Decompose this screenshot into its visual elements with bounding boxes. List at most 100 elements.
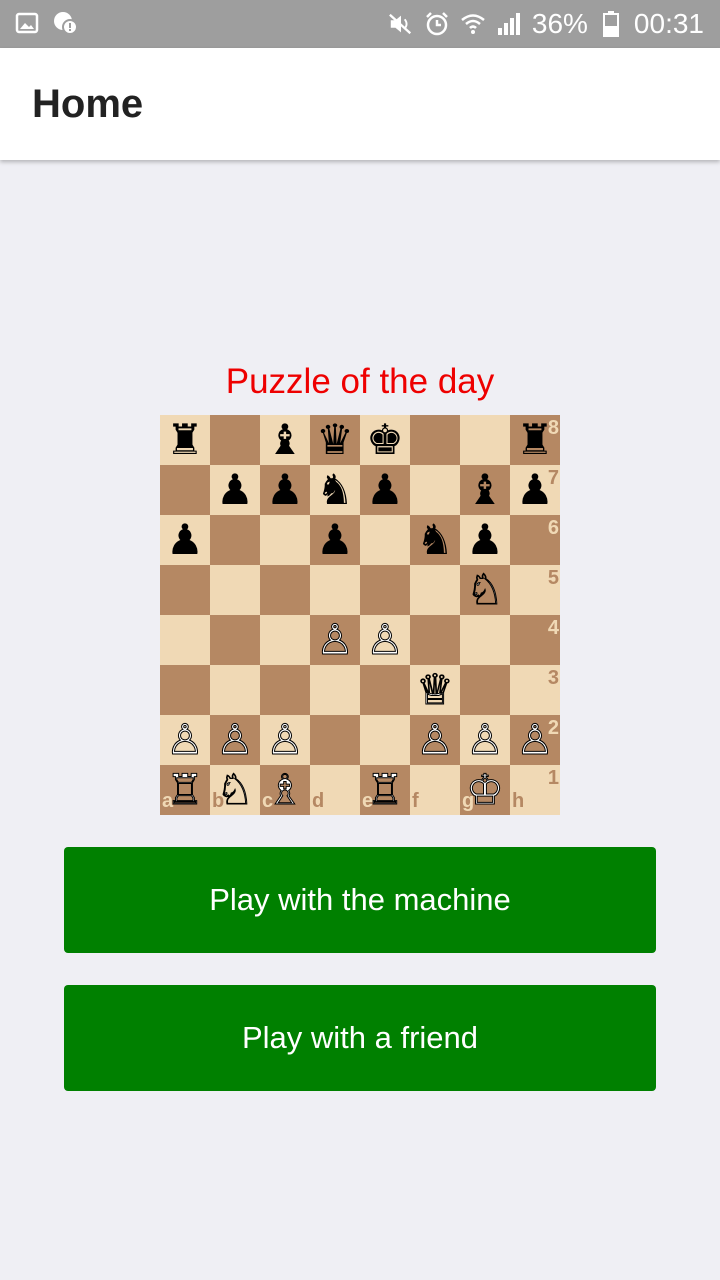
square-f4[interactable] [410, 615, 460, 665]
square-g3[interactable] [460, 665, 510, 715]
square-d7[interactable]: ♞ [310, 465, 360, 515]
white-pawn-icon[interactable]: ♙ [160, 715, 210, 765]
square-a1[interactable]: ♖ a [160, 765, 210, 815]
file-label: e [362, 790, 374, 812]
file-label: a [162, 790, 174, 812]
square-e7[interactable]: ♟ [360, 465, 410, 515]
black-pawn-icon[interactable]: ♟ [310, 515, 360, 565]
square-b6[interactable] [210, 515, 260, 565]
square-c8[interactable]: ♝ [260, 415, 310, 465]
white-knight-icon[interactable]: ♘ [460, 565, 510, 615]
square-a7[interactable] [160, 465, 210, 515]
black-pawn-icon[interactable]: ♟ [460, 515, 510, 565]
square-h7[interactable]: ♟ 7 [510, 465, 560, 515]
square-c3[interactable] [260, 665, 310, 715]
square-d5[interactable] [310, 565, 360, 615]
square-c5[interactable] [260, 565, 310, 615]
square-g5[interactable]: ♘ [460, 565, 510, 615]
white-pawn-icon[interactable]: ♙ [360, 615, 410, 665]
square-d4[interactable]: ♙ [310, 615, 360, 665]
signal-icon [496, 11, 522, 37]
black-knight-icon[interactable]: ♞ [410, 515, 460, 565]
square-a6[interactable]: ♟ [160, 515, 210, 565]
status-right-icons: 36% 00:31 [388, 0, 704, 48]
square-f2[interactable]: ♙ [410, 715, 460, 765]
square-c2[interactable]: ♙ [260, 715, 310, 765]
square-e3[interactable] [360, 665, 410, 715]
square-h3[interactable]: 3 [510, 665, 560, 715]
file-label: d [312, 790, 325, 812]
square-h1[interactable]: 1h [510, 765, 560, 815]
square-e2[interactable] [360, 715, 410, 765]
square-h2[interactable]: ♙ 2 [510, 715, 560, 765]
square-b7[interactable]: ♟ [210, 465, 260, 515]
square-h6[interactable]: 6 [510, 515, 560, 565]
square-f5[interactable] [410, 565, 460, 615]
white-pawn-icon[interactable]: ♙ [310, 615, 360, 665]
white-pawn-icon[interactable]: ♙ [410, 715, 460, 765]
square-e6[interactable] [360, 515, 410, 565]
rank-label: 2 [547, 717, 559, 739]
square-g6[interactable]: ♟ [460, 515, 510, 565]
chess-board[interactable]: ♜ ♝ ♛ ♚ ♜ 8 ♟ ♟ ♞ ♟ ♝ ♟ 7 ♟ ♟ ♞ ♟ 6 ♘ 5 ♙ ♙ 4 ♕ 3 ♙ ♙ ♙ ♙ ♙ ♙ 2 ♖ a ♘ b ♗ c d ♖… [160, 415, 560, 815]
mute-icon [388, 11, 414, 37]
page-title: Home [32, 82, 144, 126]
square-h4[interactable]: 4 [510, 615, 560, 665]
file-label: b [212, 790, 225, 812]
black-pawn-icon[interactable]: ♟ [210, 465, 260, 515]
play-with-friend-button[interactable]: Play with a friend [64, 985, 656, 1091]
square-g8[interactable] [460, 415, 510, 465]
play-with-machine-button[interactable]: Play with the machine [64, 847, 656, 953]
black-pawn-icon[interactable]: ♟ [260, 465, 310, 515]
square-e1[interactable]: ♖ e [360, 765, 410, 815]
white-pawn-icon[interactable]: ♙ [460, 715, 510, 765]
square-a5[interactable] [160, 565, 210, 615]
square-d6[interactable]: ♟ [310, 515, 360, 565]
square-a3[interactable] [160, 665, 210, 715]
square-b1[interactable]: ♘ b [210, 765, 260, 815]
square-g2[interactable]: ♙ [460, 715, 510, 765]
square-f1[interactable]: f [410, 765, 460, 815]
square-c7[interactable]: ♟ [260, 465, 310, 515]
square-f6[interactable]: ♞ [410, 515, 460, 565]
square-b2[interactable]: ♙ [210, 715, 260, 765]
square-b3[interactable] [210, 665, 260, 715]
square-g7[interactable]: ♝ [460, 465, 510, 515]
white-queen-icon[interactable]: ♕ [410, 665, 460, 715]
square-d8[interactable]: ♛ [310, 415, 360, 465]
black-king-icon[interactable]: ♚ [360, 415, 410, 465]
square-f8[interactable] [410, 415, 460, 465]
square-f7[interactable] [410, 465, 460, 515]
square-g1[interactable]: ♔ g [460, 765, 510, 815]
black-bishop-icon[interactable]: ♝ [260, 415, 310, 465]
square-e5[interactable] [360, 565, 410, 615]
rank-label: 5 [547, 567, 559, 589]
square-b5[interactable] [210, 565, 260, 615]
square-b8[interactable] [210, 415, 260, 465]
square-h8[interactable]: ♜ 8 [510, 415, 560, 465]
wifi-icon [460, 11, 486, 37]
square-c1[interactable]: ♗ c [260, 765, 310, 815]
square-d2[interactable] [310, 715, 360, 765]
square-d3[interactable] [310, 665, 360, 715]
square-a4[interactable] [160, 615, 210, 665]
square-f3[interactable]: ♕ [410, 665, 460, 715]
black-rook-icon[interactable]: ♜ [160, 415, 210, 465]
square-b4[interactable] [210, 615, 260, 665]
square-e8[interactable]: ♚ [360, 415, 410, 465]
black-pawn-icon[interactable]: ♟ [160, 515, 210, 565]
black-bishop-icon[interactable]: ♝ [460, 465, 510, 515]
black-pawn-icon[interactable]: ♟ [360, 465, 410, 515]
square-e4[interactable]: ♙ [360, 615, 410, 665]
black-queen-icon[interactable]: ♛ [310, 415, 360, 465]
square-c6[interactable] [260, 515, 310, 565]
square-h5[interactable]: 5 [510, 565, 560, 615]
square-a2[interactable]: ♙ [160, 715, 210, 765]
square-d1[interactable]: d [310, 765, 360, 815]
square-c4[interactable] [260, 615, 310, 665]
white-pawn-icon[interactable]: ♙ [210, 715, 260, 765]
square-a8[interactable]: ♜ [160, 415, 210, 465]
square-g4[interactable] [460, 615, 510, 665]
white-pawn-icon[interactable]: ♙ [260, 715, 310, 765]
black-knight-icon[interactable]: ♞ [310, 465, 360, 515]
